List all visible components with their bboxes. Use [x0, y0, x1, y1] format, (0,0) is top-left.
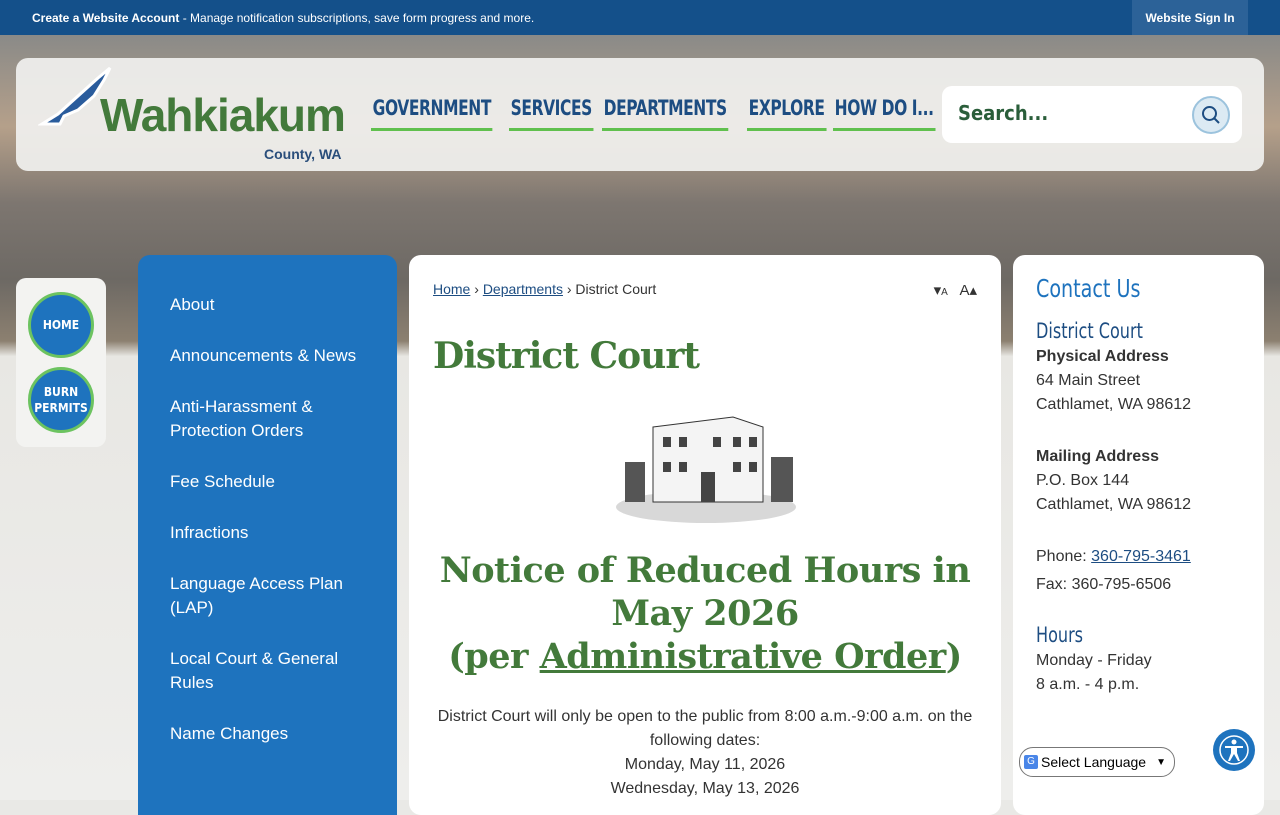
mailing-address-line: P.O. Box 144	[1036, 472, 1130, 489]
top-bar: Create a Website Account - Manage notifi…	[0, 0, 1280, 35]
accessibility-button[interactable]	[1213, 729, 1255, 771]
notice-close: )	[945, 636, 963, 677]
notice-title: Notice of Reduced Hours in May 2026	[439, 550, 971, 634]
notice-date: Monday, May 11, 2026	[624, 756, 786, 773]
physical-address-label: Physical Address	[1036, 348, 1169, 365]
burn-permits-button[interactable]: BURN PERMITS	[28, 367, 94, 433]
sidebar-item-anti-harassment[interactable]: Anti-Harassment & Protection Orders	[138, 395, 397, 443]
sidebar-item-name-changes[interactable]: Name Changes	[138, 722, 397, 746]
sidebar-item-about[interactable]: About	[138, 293, 397, 317]
contact-dept: District Court	[1036, 319, 1143, 343]
breadcrumb-current: District Court	[575, 281, 657, 297]
sidebar-item-local-rules[interactable]: Local Court & General Rules	[138, 647, 397, 695]
home-button[interactable]: HOME	[28, 292, 94, 358]
hours-time: 8 a.m. - 4 p.m.	[1036, 676, 1140, 693]
increase-text-button[interactable]: A▴	[959, 282, 977, 299]
phone-label: Phone:	[1036, 548, 1092, 565]
phone-link[interactable]: 360-795-3461	[1091, 548, 1191, 565]
mailing-address-line: Cathlamet, WA 98612	[1036, 496, 1192, 513]
breadcrumb-home[interactable]: Home	[433, 281, 470, 297]
language-select-value: Select Language	[1041, 754, 1147, 770]
page-title: District Court	[433, 335, 700, 377]
sidebar-item-announcements[interactable]: Announcements & News	[138, 344, 397, 368]
notice-body: District Court will only be open to the …	[429, 705, 981, 801]
search-box	[942, 86, 1242, 143]
nav-departments[interactable]: DEPARTMENTS	[602, 96, 729, 131]
create-account-label: Create a Website Account	[32, 11, 180, 25]
administrative-order-link[interactable]: Administrative Order	[540, 636, 947, 677]
main-nav: GOVERNMENT SERVICES DEPARTMENTS EXPLORE …	[371, 96, 936, 131]
language-select[interactable]: G Select Language ▼	[1019, 747, 1175, 777]
search-button[interactable]	[1192, 96, 1230, 134]
sidebar-item-language-access[interactable]: Language Access Plan (LAP)	[138, 572, 397, 620]
mailing-address-label: Mailing Address	[1036, 448, 1159, 465]
create-account-link[interactable]: Create a Website Account - Manage notifi…	[32, 11, 534, 25]
hours-title: Hours	[1036, 623, 1084, 647]
physical-address-line: 64 Main Street	[1036, 372, 1141, 389]
notice-heading: Notice of Reduced Hours in May 2026 (per…	[429, 549, 981, 678]
phone: Phone: 360-795-3461	[1036, 545, 1241, 569]
notice-per: (per	[448, 636, 540, 677]
google-translate-icon: G	[1024, 755, 1038, 769]
decrease-text-button[interactable]: ▾A	[934, 282, 948, 299]
search-input[interactable]	[958, 101, 1178, 125]
hours-days: Monday - Friday	[1036, 652, 1152, 669]
sidebar-nav: About Announcements & News Anti-Harassme…	[138, 255, 397, 815]
nav-government[interactable]: GOVERNMENT	[371, 96, 493, 131]
breadcrumb-departments[interactable]: Departments	[483, 281, 563, 297]
search-icon	[1202, 106, 1220, 124]
logo-county: County, WA	[264, 146, 342, 162]
text-resize: ▾A A▴	[934, 281, 977, 299]
breadcrumb: Home › Departments › District Court	[433, 281, 657, 297]
header: Wahkiakum County, WA GOVERNMENT SERVICES…	[16, 58, 1264, 171]
contact-title: Contact Us	[1036, 274, 1141, 303]
accessibility-icon	[1219, 735, 1249, 765]
courthouse-image	[613, 407, 799, 525]
chevron-down-icon: ▼	[1156, 756, 1166, 768]
logo[interactable]: Wahkiakum County, WA	[38, 66, 348, 166]
create-account-desc: - Manage notification subscriptions, sav…	[179, 11, 535, 25]
sidebar-item-infractions[interactable]: Infractions	[138, 521, 397, 545]
nav-how-do-i[interactable]: HOW DO I...	[833, 96, 936, 131]
quick-links: HOME BURN PERMITS	[16, 278, 106, 447]
nav-explore[interactable]: EXPLORE	[746, 96, 826, 131]
fax: Fax: 360-795-6506	[1036, 576, 1172, 593]
logo-wordmark: Wahkiakum	[100, 89, 346, 141]
sidebar-item-fee-schedule[interactable]: Fee Schedule	[138, 470, 397, 494]
main-content: Home › Departments › District Court ▾A A…	[409, 255, 1001, 815]
notice-date: Wednesday, May 13, 2026	[610, 780, 800, 797]
nav-services[interactable]: SERVICES	[509, 96, 594, 131]
notice-text: District Court will only be open to the …	[437, 708, 973, 749]
website-sign-in-button[interactable]: Website Sign In	[1132, 0, 1248, 35]
physical-address-line: Cathlamet, WA 98612	[1036, 396, 1192, 413]
